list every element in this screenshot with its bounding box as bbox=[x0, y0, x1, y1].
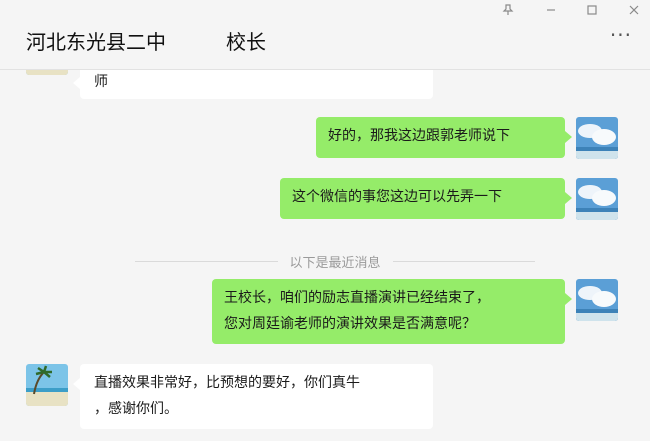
message-bubble-mine[interactable]: 这个微信的事您这边可以先弄一下 bbox=[280, 178, 572, 219]
chat-header: 河北东光县二中 校长 ··· bbox=[0, 0, 650, 70]
minimize-icon[interactable] bbox=[540, 2, 562, 18]
message-text: 好的，那我这边跟郭老师说下 bbox=[328, 128, 510, 144]
message-bubble-other[interactable]: 直播效果非常好，比预想的要好，你们真牛 ，感谢你们。 bbox=[73, 364, 433, 429]
message-bubble-mine[interactable]: 好的，那我这边跟郭老师说下 bbox=[316, 117, 572, 158]
message-text-line: 王校长，咱们的励志直播演讲已经结束了， bbox=[224, 290, 490, 306]
message-text-line: 您对周廷谕老师的演讲效果是否满意呢？ bbox=[224, 316, 476, 332]
message-text-line: 直播效果非常好，比预想的要好，你们真牛 bbox=[94, 375, 360, 391]
divider-rule bbox=[392, 260, 536, 262]
pin-icon[interactable] bbox=[497, 2, 519, 18]
message-text: 师 bbox=[94, 74, 108, 90]
contact-role: 校长 bbox=[226, 30, 266, 54]
close-icon[interactable] bbox=[623, 2, 645, 18]
chat-title: 河北东光县二中 校长 bbox=[26, 26, 266, 55]
message-text-line: ，感谢你们。 bbox=[94, 401, 178, 417]
my-avatar[interactable] bbox=[576, 117, 618, 159]
divider-text: 以下是最近消息 bbox=[289, 255, 381, 271]
chat-name: 河北东光县二中 bbox=[26, 30, 166, 54]
my-avatar[interactable] bbox=[576, 279, 618, 321]
contact-avatar[interactable] bbox=[26, 364, 68, 406]
more-options-icon[interactable]: ··· bbox=[610, 25, 632, 45]
message-bubble-mine[interactable]: 王校长，咱们的励志直播演讲已经结束了， 您对周廷谕老师的演讲效果是否满意呢？ bbox=[212, 279, 572, 344]
divider-rule bbox=[135, 260, 278, 262]
message-text: 这个微信的事您这边可以先弄一下 bbox=[292, 189, 502, 205]
recent-messages-divider: 以下是最近消息 bbox=[135, 252, 536, 271]
maximize-icon[interactable] bbox=[581, 2, 603, 18]
my-avatar[interactable] bbox=[576, 178, 618, 220]
